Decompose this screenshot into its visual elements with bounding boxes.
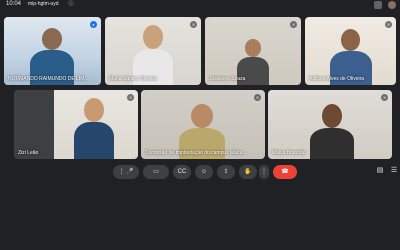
present-icon: ⇪ bbox=[223, 169, 229, 175]
info-icon[interactable]: ⓘ bbox=[68, 1, 74, 7]
participant-name: NORMANDO RAIMUNDO DE LIM... bbox=[8, 76, 89, 82]
participant-tile-1[interactable]: ● NORMANDO RAIMUNDO DE LIM... bbox=[4, 17, 101, 85]
mic-off-icon: ✕ bbox=[290, 21, 297, 28]
participant-tile-2[interactable]: ✕ Maria Santos Oliveira bbox=[105, 17, 201, 85]
avatar[interactable] bbox=[388, 1, 396, 9]
captions-icon: CC bbox=[177, 169, 187, 175]
participant-name: Zizi Leão bbox=[18, 150, 39, 156]
chat-icon[interactable]: ▤ bbox=[376, 167, 384, 175]
mic-off-icon: ✕ bbox=[254, 94, 261, 101]
participant-thumbnail-icon[interactable] bbox=[374, 1, 382, 9]
more-options-icon[interactable]: ⋮ bbox=[118, 169, 124, 175]
speaking-indicator-icon: ● bbox=[90, 21, 97, 28]
emoji-button[interactable]: ☺ bbox=[195, 165, 213, 179]
mic-control[interactable]: ⋮ 🎤 bbox=[113, 165, 139, 179]
participant-tile-7[interactable]: ✕ Maisa Brandão bbox=[268, 90, 392, 159]
activities-icon[interactable]: ☰ bbox=[390, 167, 398, 175]
meeting-code[interactable]: mip-hgtm-uyd bbox=[28, 1, 59, 7]
more-options-button[interactable]: ⋮ bbox=[259, 165, 269, 179]
emoji-icon: ☺ bbox=[200, 169, 208, 175]
mic-off-icon: ✕ bbox=[385, 21, 392, 28]
top-bar: 10:04 mip-hgtm-uyd ⓘ bbox=[0, 0, 400, 12]
participant-name: Maria Santos Oliveira bbox=[109, 76, 157, 82]
participant-name: Maisa Brandão bbox=[272, 150, 306, 156]
participant-name: Jussilene Souza bbox=[209, 76, 246, 82]
end-call-icon: ☎ bbox=[281, 169, 289, 175]
mic-off-icon: ✕ bbox=[381, 94, 388, 101]
mic-icon[interactable]: 🎤 bbox=[126, 169, 133, 175]
mic-off-icon: ✕ bbox=[190, 21, 197, 28]
participant-tile-3[interactable]: ✕ Jussilene Souza bbox=[205, 17, 301, 85]
captions-button[interactable]: CC bbox=[173, 165, 191, 179]
mic-off-icon: ✕ bbox=[127, 94, 134, 101]
end-call-button[interactable]: ☎ bbox=[273, 165, 297, 179]
participant-name: Comissão de Implantação do campus Maca..… bbox=[145, 150, 247, 156]
camera-control[interactable]: ▭ bbox=[143, 165, 169, 179]
clock: 10:04 bbox=[6, 1, 22, 7]
present-button[interactable]: ⇪ bbox=[217, 165, 235, 179]
call-controls: ⋮ 🎤 ▭ CC ☺ ⇪ ✋ ⋮ ☎ ▤ ☰ bbox=[0, 165, 400, 181]
raise-hand-icon: ✋ bbox=[244, 169, 252, 175]
participant-tile-6[interactable]: ✕ Comissão de Implantação do campus Maca… bbox=[141, 90, 265, 159]
camera-icon[interactable]: ▭ bbox=[153, 169, 159, 175]
raise-hand-button[interactable]: ✋ bbox=[239, 165, 257, 179]
participant-tile-5[interactable]: ✕ Zizi Leão bbox=[14, 90, 138, 159]
participant-tile-4[interactable]: ✕ Adilson Alves de Oliveira bbox=[305, 17, 396, 85]
participant-name: Adilson Alves de Oliveira bbox=[309, 76, 365, 82]
top-right-icons bbox=[374, 0, 396, 10]
overflow-icon: ⋮ bbox=[261, 169, 267, 175]
